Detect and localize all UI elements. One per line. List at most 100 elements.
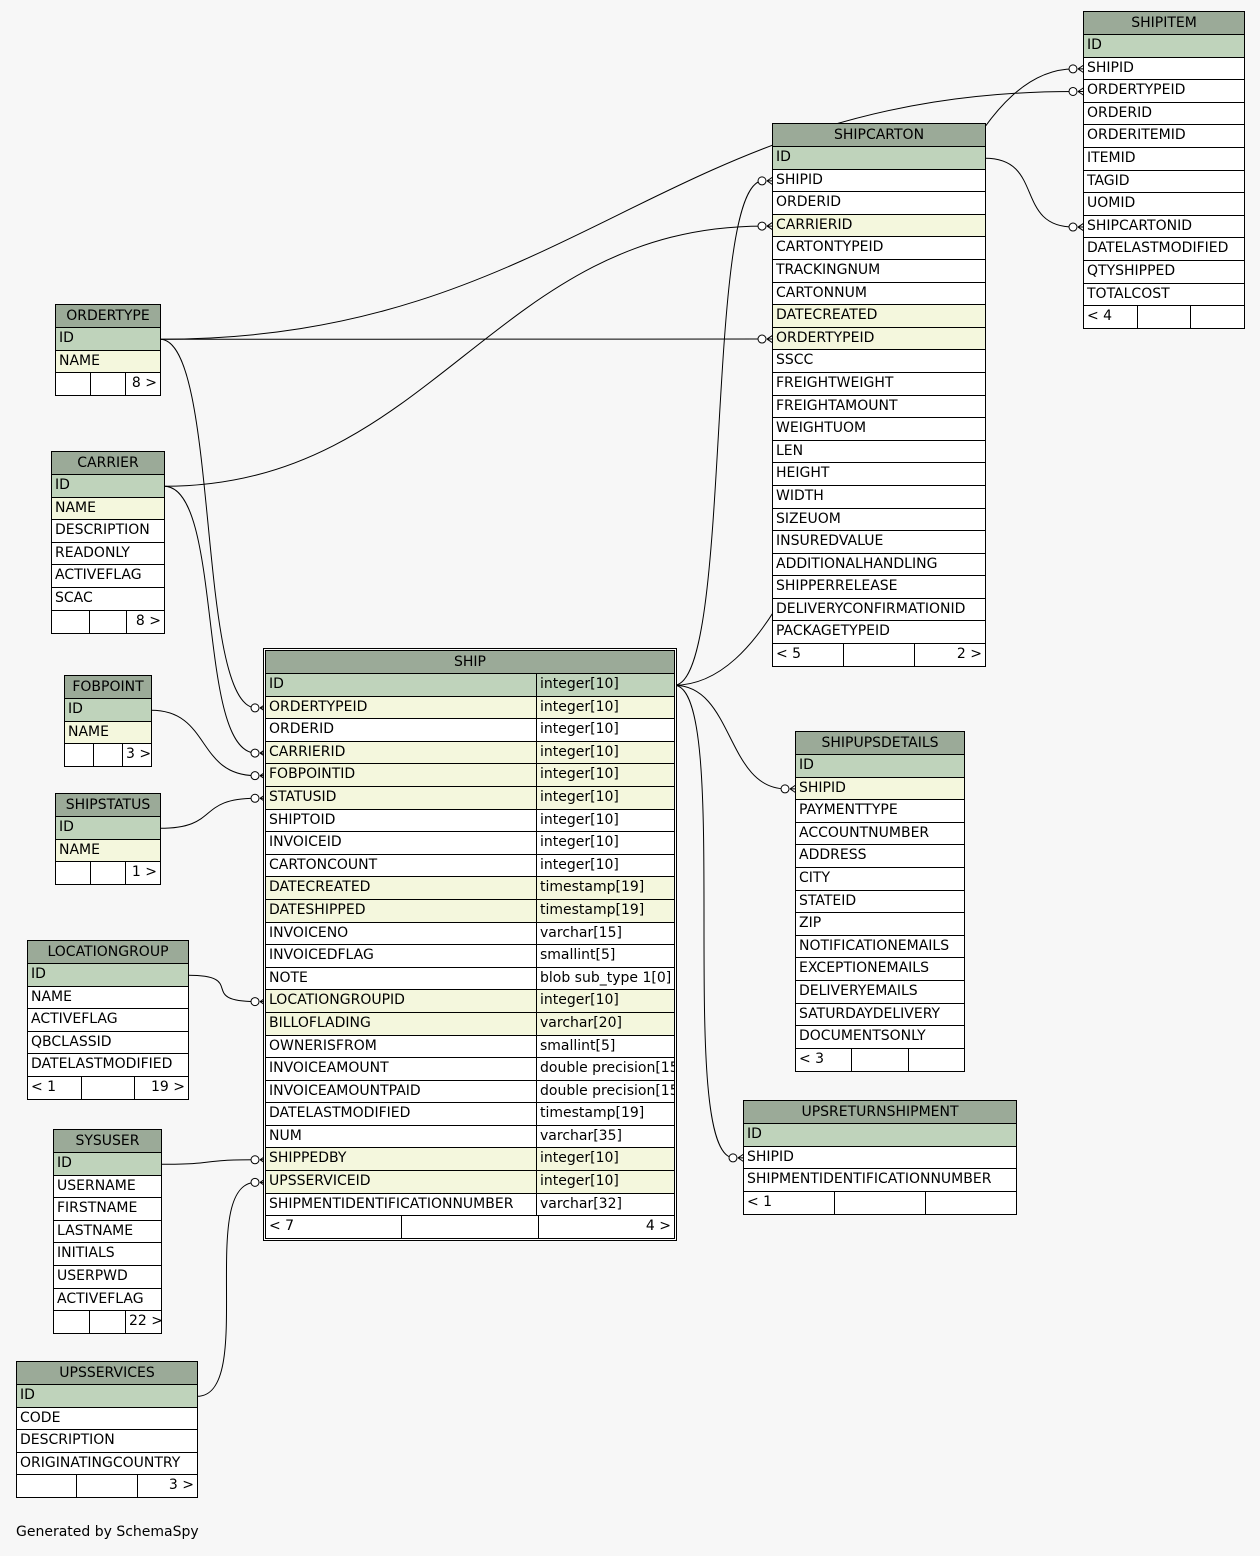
column-row[interactable]: SHIPID — [744, 1146, 1016, 1170]
parents-count[interactable]: < 5 — [773, 644, 843, 666]
table-carrier[interactable]: CARRIER ID NAME DESCRIPTION READONLY ACTIVEFL… — [51, 451, 165, 634]
column-row[interactable]: NAME — [65, 721, 151, 745]
column-row[interactable]: UPSSERVICEID integer[10] — [266, 1171, 674, 1194]
column-row[interactable]: FOBPOINTID integer[10] — [266, 764, 674, 787]
column-row[interactable]: SHIPPERRELEASE — [773, 576, 985, 599]
column-row[interactable]: QBCLASSID — [28, 1031, 188, 1055]
column-row[interactable]: EXCEPTIONEMAILS — [796, 958, 964, 981]
column-row[interactable]: LOCATIONGROUPID integer[10] — [266, 990, 674, 1013]
column-row[interactable]: LASTNAME — [54, 1220, 161, 1244]
column-row[interactable]: STATUSID integer[10] — [266, 786, 674, 810]
table-sysuser[interactable]: SYSUSER ID USERNAME FIRSTNAME LASTNAME INITIA… — [53, 1129, 162, 1335]
column-row[interactable]: NAME — [28, 986, 188, 1010]
column-row[interactable]: WEIGHTUOM — [773, 418, 985, 441]
column-row[interactable]: SCAC — [52, 587, 164, 611]
column-row[interactable]: SIZEUOM — [773, 508, 985, 532]
column-row[interactable]: FIRSTNAME — [54, 1198, 161, 1221]
column-row[interactable]: ITEMID — [1084, 147, 1244, 171]
column-row[interactable]: ORDERID integer[10] — [266, 719, 674, 742]
column-row[interactable]: CARTONNUM — [773, 282, 985, 306]
column-row[interactable]: NOTIFICATIONEMAILS — [796, 935, 964, 959]
column-row[interactable]: TRACKINGNUM — [773, 259, 985, 283]
column-row[interactable]: SSCC — [773, 350, 985, 373]
column-row[interactable]: BILLOFLADING varchar[20] — [266, 1012, 674, 1036]
column-row[interactable]: DATESHIPPED timestamp[19] — [266, 899, 674, 923]
column-row[interactable]: ACTIVEFLAG — [54, 1288, 161, 1312]
column-row[interactable]: OWNERISFROM smallint[5] — [266, 1035, 674, 1059]
column-row[interactable]: DESCRIPTION — [52, 520, 164, 543]
column-row[interactable]: DELIVERYCONFIRMATIONID — [773, 598, 985, 622]
column-row[interactable]: USERNAME — [54, 1175, 161, 1199]
parents-count[interactable] — [17, 1475, 76, 1497]
column-row[interactable]: CARRIERID — [773, 214, 985, 238]
children-count[interactable]: 22 > — [125, 1311, 161, 1334]
column-row[interactable]: ORDERTYPEID integer[10] — [266, 696, 674, 720]
children-count[interactable]: 3 > — [122, 744, 151, 767]
table-upsservices[interactable]: UPSSERVICES ID CODE DESCRIPTION ORIGINATINGC… — [16, 1361, 198, 1499]
column-row[interactable]: FREIGHTAMOUNT — [773, 395, 985, 419]
parents-count[interactable]: < 4 — [1084, 306, 1137, 328]
column-row[interactable]: NUM varchar[35] — [266, 1125, 674, 1149]
column-row[interactable]: ID — [56, 817, 160, 840]
column-row[interactable]: INVOICEAMOUNTPAID double precision[15] — [266, 1080, 674, 1104]
column-row[interactable]: DATECREATED — [773, 305, 985, 328]
children-count[interactable]: 1 > — [125, 862, 160, 885]
column-row[interactable]: ID — [56, 328, 160, 351]
column-row[interactable]: NAME — [52, 497, 164, 521]
column-row[interactable]: FREIGHTWEIGHT — [773, 372, 985, 396]
column-row[interactable]: CARRIERID integer[10] — [266, 741, 674, 765]
column-row[interactable]: LEN — [773, 440, 985, 464]
column-row[interactable]: ID — [52, 475, 164, 498]
parents-count[interactable] — [56, 373, 90, 395]
column-row[interactable]: NOTE blob sub_type 1[0] — [266, 967, 674, 991]
column-row[interactable]: INITIALS — [54, 1243, 161, 1266]
column-row[interactable]: ORDERID — [1084, 102, 1244, 126]
column-row[interactable]: NAME — [56, 350, 160, 374]
column-row[interactable]: ID — [17, 1385, 197, 1408]
children-count[interactable]: 4 > — [537, 1216, 674, 1239]
column-row[interactable]: DATELASTMODIFIED — [28, 1054, 188, 1077]
children-count[interactable]: 19 > — [134, 1076, 188, 1099]
table-upsreturnshipment[interactable]: UPSRETURNSHIPMENT ID SHIPID SHIPMENTIDENTIF… — [743, 1100, 1017, 1215]
column-row[interactable]: TOTALCOST — [1084, 283, 1244, 307]
column-row[interactable]: SHIPMENTIDENTIFICATIONNUMBER — [744, 1169, 1016, 1192]
column-row[interactable]: CARTONTYPEID — [773, 237, 985, 260]
column-row[interactable]: ID — [65, 699, 151, 722]
children-count[interactable] — [1190, 306, 1244, 329]
column-row[interactable]: DOCUMENTSONLY — [796, 1026, 964, 1049]
column-row[interactable]: READONLY — [52, 542, 164, 566]
children-count[interactable] — [925, 1191, 1016, 1214]
column-row[interactable]: DATECREATED timestamp[19] — [266, 877, 674, 900]
column-row[interactable]: ACTIVEFLAG — [52, 565, 164, 588]
parents-count[interactable] — [54, 1311, 89, 1333]
column-row[interactable]: SHIPCARTONID — [1084, 215, 1244, 239]
column-row[interactable]: SHIPID — [1084, 57, 1244, 81]
table-shipstatus[interactable]: SHIPSTATUS ID NAME 1 > — [55, 793, 161, 886]
parents-count[interactable] — [56, 862, 90, 884]
column-row[interactable]: STATEID — [796, 890, 964, 914]
column-row[interactable]: CODE — [17, 1407, 197, 1431]
column-row[interactable]: CITY — [796, 867, 964, 891]
column-row[interactable]: INVOICEID integer[10] — [266, 832, 674, 855]
column-row[interactable]: ID — [773, 147, 985, 170]
column-row[interactable]: ID — [54, 1153, 161, 1176]
column-row[interactable]: ORDERTYPEID — [1084, 80, 1244, 103]
column-row[interactable]: UOMID — [1084, 193, 1244, 216]
column-row[interactable]: ACCOUNTNUMBER — [796, 822, 964, 846]
column-row[interactable]: INVOICEAMOUNT double precision[15] — [266, 1058, 674, 1081]
table-ordertype[interactable]: ORDERTYPE ID NAME 8 > — [55, 304, 161, 397]
table-ship[interactable]: SHIP ID integer[10] ORDERTYPEID integer[10] O… — [263, 648, 677, 1242]
column-row[interactable]: PACKAGETYPEID — [773, 621, 985, 645]
table-fobpoint[interactable]: FOBPOINT ID NAME 3 > — [64, 675, 152, 768]
parents-count[interactable]: < 1 — [28, 1077, 81, 1099]
column-row[interactable]: ORDERTYPEID — [773, 327, 985, 351]
column-row[interactable]: TAGID — [1084, 170, 1244, 194]
column-row[interactable]: PAYMENTTYPE — [796, 800, 964, 823]
column-row[interactable]: ZIP — [796, 913, 964, 936]
column-row[interactable]: ID — [744, 1124, 1016, 1147]
column-row[interactable]: ID — [28, 964, 188, 987]
column-row[interactable]: SHIPID — [796, 777, 964, 801]
column-row[interactable]: SHIPTOID integer[10] — [266, 809, 674, 833]
parents-count[interactable]: < 7 — [266, 1216, 401, 1238]
column-row[interactable]: INSUREDVALUE — [773, 531, 985, 554]
